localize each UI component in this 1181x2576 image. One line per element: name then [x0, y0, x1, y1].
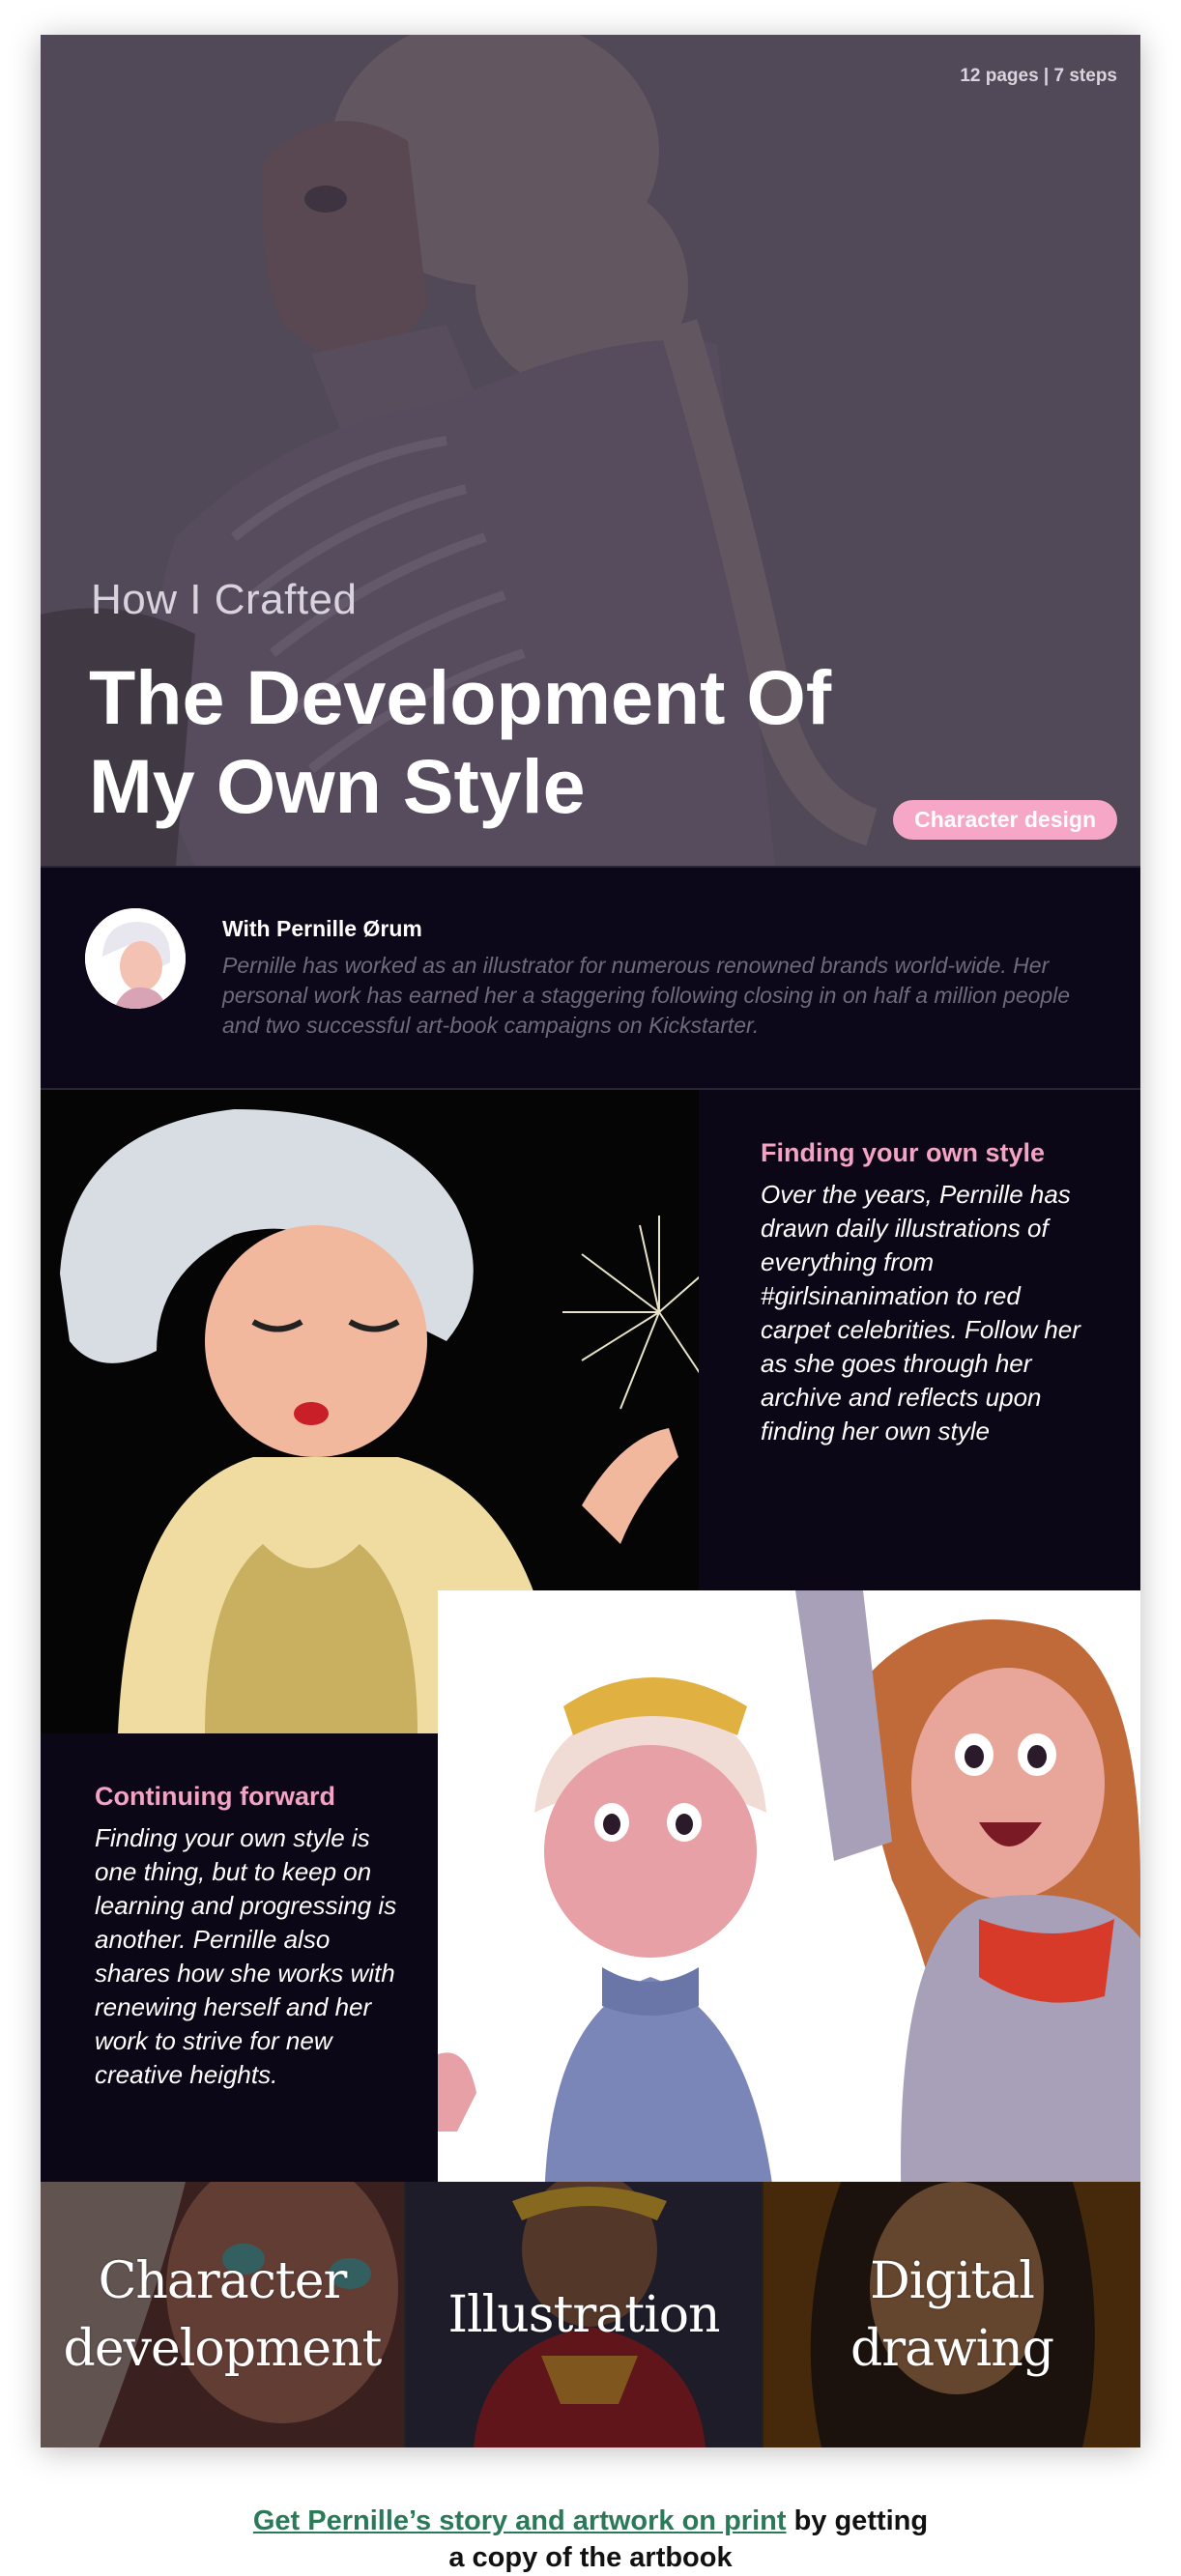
artbook-cta: Get Pernille’s story and artwork on prin…	[0, 2503, 1181, 2576]
hero-eyebrow: How I Crafted	[91, 576, 358, 623]
title-line-2: My Own Style	[89, 743, 586, 829]
article-card: 12 pages | 7 steps How I Crafted The Dev…	[41, 35, 1140, 2447]
feature-2-body: Finding your own style is one thing, but…	[95, 1823, 397, 2089]
cta-text-1: by getting	[786, 2505, 929, 2536]
feature-1-body: Over the years, Pernille has drawn daily…	[761, 1180, 1080, 1445]
category-tiles: Character development Illustration Digit…	[41, 2182, 1140, 2447]
feature-2-text: Continuing forward Finding your own styl…	[41, 1733, 438, 2217]
category-tile-illustration[interactable]: Illustration	[404, 2182, 762, 2447]
author-avatar	[85, 908, 186, 1009]
feature-1-text: Finding your own style Over the years, P…	[699, 1090, 1140, 1590]
category-label: Digital drawing	[850, 2251, 1054, 2378]
category-tile-character-development[interactable]: Character development	[41, 2182, 404, 2447]
category-tile-digital-drawing[interactable]: Digital drawing	[762, 2182, 1140, 2447]
feature-1-heading: Finding your own style	[761, 1138, 1046, 1167]
avatar-portrait-icon	[85, 908, 186, 1009]
author-name: With Pernille Ørum	[222, 916, 422, 941]
category-tag[interactable]: Character design	[893, 800, 1117, 840]
artbook-link[interactable]: Get Pernille’s story and artwork on prin…	[253, 2505, 787, 2536]
two-heroines-illustration	[438, 1590, 1140, 2217]
feature-2-heading: Continuing forward	[95, 1782, 335, 1811]
pages-steps-meta: 12 pages | 7 steps	[960, 66, 1117, 86]
author-bio: Pernille has worked as an illustrator fo…	[222, 953, 1071, 1038]
hero-section: 12 pages | 7 steps How I Crafted The Dev…	[41, 35, 1140, 866]
title-line-1: The Development Of	[89, 654, 832, 740]
feature-2-image	[438, 1590, 1140, 2217]
category-label: Illustration	[447, 2285, 720, 2344]
cta-text-2: a copy of the artbook	[448, 2542, 733, 2573]
author-section: With Pernille Ørum Pernille has worked a…	[41, 866, 1140, 1090]
page-title: The Development Of My Own Style	[89, 653, 862, 831]
category-label: Character development	[63, 2251, 383, 2378]
